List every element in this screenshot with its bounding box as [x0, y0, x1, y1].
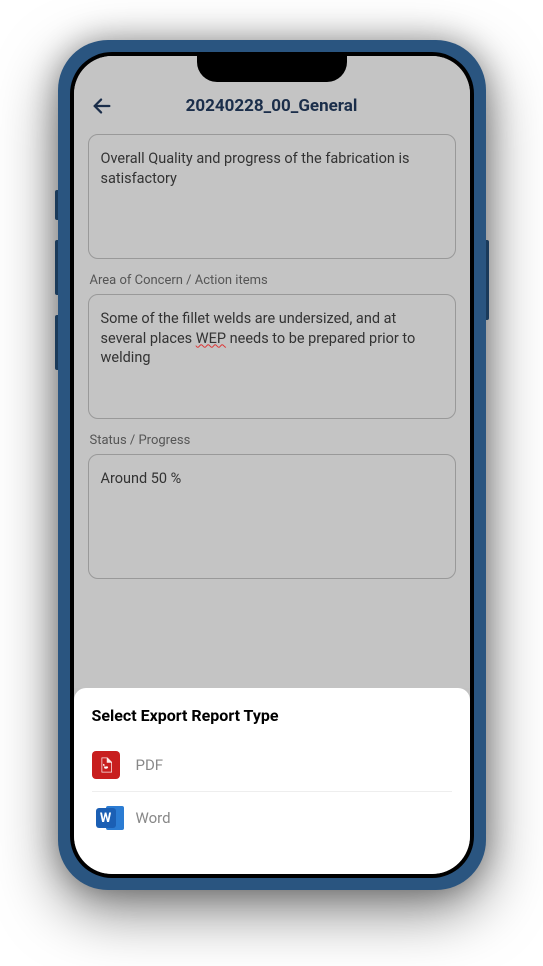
spell-error-word: WEP [196, 330, 226, 347]
export-bottom-sheet: Select Export Report Type PDF [74, 688, 470, 874]
phone-notch [197, 52, 347, 82]
sheet-title: Select Export Report Type [92, 706, 452, 725]
status-label: Status / Progress [90, 433, 456, 448]
concern-field[interactable]: Some of the fillet welds are undersized,… [88, 294, 456, 419]
pdf-icon [92, 751, 120, 779]
export-option-pdf[interactable]: PDF [92, 739, 452, 792]
word-icon: W [92, 804, 120, 832]
quality-text: Overall Quality and progress of the fabr… [101, 149, 443, 188]
back-arrow-icon [91, 95, 113, 117]
status-field[interactable]: Around 50 % [88, 454, 456, 579]
pdf-label: PDF [136, 756, 164, 774]
phone-frame: 20240228_00_General Overall Quality and … [58, 40, 486, 890]
form-content: Overall Quality and progress of the fabr… [74, 128, 470, 688]
concern-text: Some of the fillet welds are undersized,… [101, 309, 443, 368]
export-option-word[interactable]: W Word [92, 792, 452, 844]
quality-field[interactable]: Overall Quality and progress of the fabr… [88, 134, 456, 259]
page-title: 20240228_00_General [114, 96, 454, 116]
concern-label: Area of Concern / Action items [90, 273, 456, 288]
status-text: Around 50 % [101, 469, 443, 489]
word-label: Word [136, 809, 171, 827]
back-button[interactable] [90, 94, 114, 118]
